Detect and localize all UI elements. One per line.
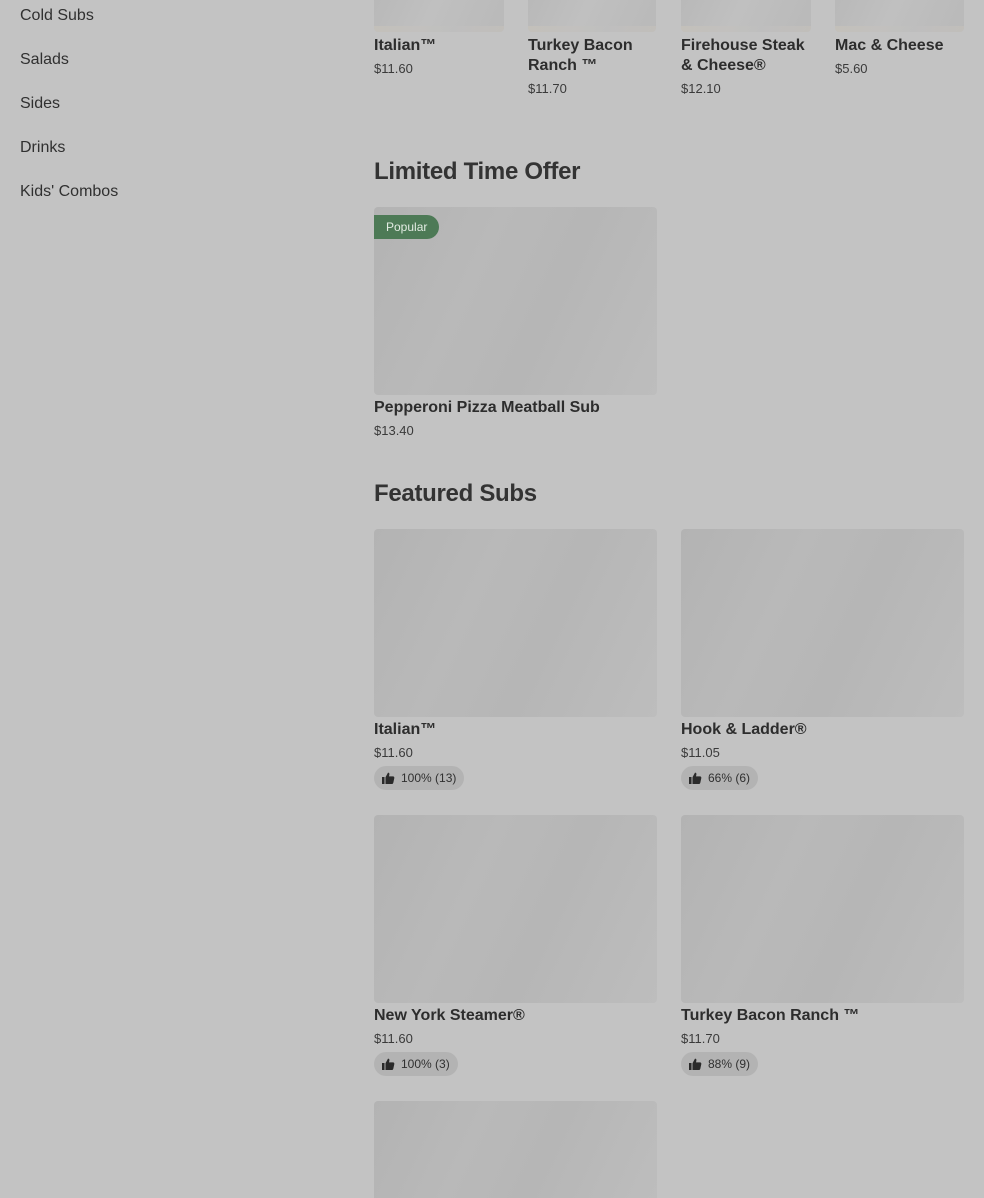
item-name: Turkey Bacon Ranch ™ [528,37,633,74]
item-image [528,0,656,32]
rating-badge: 100% (13) [374,766,465,790]
item-name: Italian™ [374,37,437,54]
item-price: $12.10 [681,81,721,96]
item-price: $11.70 [528,81,567,96]
rating-text: 88% (9) [708,1057,751,1071]
menu-content: Italian™ $11.60 Turkey Bacon Ranch ™ $11… [374,0,964,1198]
item-name: Firehouse Steak & Cheese® [681,37,805,74]
item-image [374,1101,657,1198]
popular-badge: Popular [374,215,440,239]
thumbs-up-icon [382,1058,395,1070]
section-title-limited-time-offer: Limited Time Offer [374,158,581,185]
item-price: $11.60 [374,61,413,76]
thumbs-up-icon [382,772,395,784]
rating-badge: 100% (3) [374,1052,458,1076]
sidebar-item-salads[interactable]: Salads [20,50,69,70]
rating-text: 100% (13) [401,771,457,785]
item-name: Mac & Cheese [835,37,944,54]
rating-text: 66% (6) [708,771,751,785]
item-price: $11.60 [374,745,413,760]
item-price: $13.40 [374,423,414,438]
item-image [374,529,657,717]
item-price: $11.70 [681,1031,720,1046]
item-image: Popular [374,207,657,395]
item-image [681,815,964,1003]
rating-badge: 66% (6) [681,766,759,790]
sidebar-item-cold-subs[interactable]: Cold Subs [20,6,94,26]
item-name: Italian™ [374,721,437,738]
rating-text: 100% (3) [401,1057,450,1071]
item-image [374,815,657,1003]
item-price: $11.05 [681,745,720,760]
section-title-featured-subs: Featured Subs [374,480,537,507]
item-price: $11.60 [374,1031,413,1046]
item-name: Pepperoni Pizza Meatball Sub [374,399,600,416]
item-price: $5.60 [835,61,868,76]
item-name: Turkey Bacon Ranch ™ [681,1007,860,1024]
item-name: New York Steamer® [374,1007,525,1024]
thumbs-up-icon [689,772,702,784]
sidebar-item-sides[interactable]: Sides [20,94,60,114]
sidebar-item-drinks[interactable]: Drinks [20,138,65,158]
item-image [681,0,811,32]
item-image [374,0,504,32]
item-name: Hook & Ladder® [681,721,807,738]
item-image [835,0,964,32]
rating-badge: 88% (9) [681,1052,759,1076]
thumbs-up-icon [689,1058,702,1070]
item-image [681,529,964,717]
sidebar-item-kids-combos[interactable]: Kids' Combos [20,182,118,202]
